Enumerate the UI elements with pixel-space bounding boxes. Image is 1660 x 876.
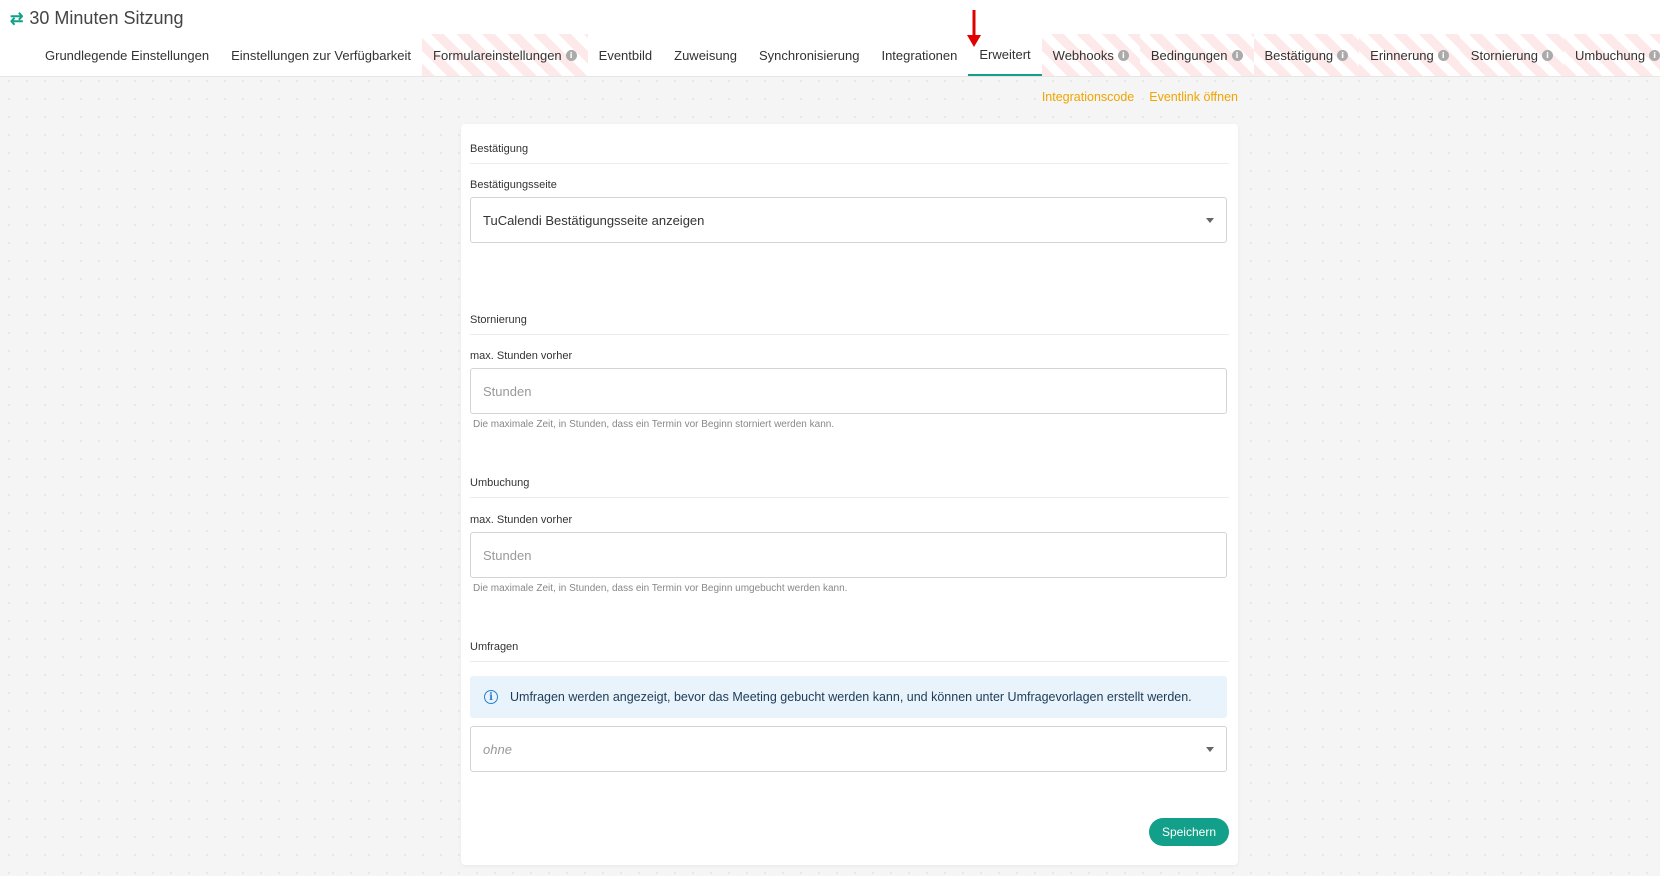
tab-label: Eventbild [598, 47, 653, 63]
tab-label: Umbuchung [1575, 47, 1646, 63]
section-title-confirmation: Bestätigung [470, 143, 1229, 164]
survey-select[interactable]: ohne [470, 726, 1227, 772]
info-icon: i [1437, 49, 1449, 61]
cancellation-hours-placeholder: Stunden [483, 383, 532, 399]
tab-label: Stornierung [1470, 47, 1538, 63]
chevron-down-icon [1206, 218, 1214, 223]
tab-umbuchung[interactable]: Umbuchung i [1564, 34, 1660, 76]
tab-label: Webhooks [1052, 47, 1114, 63]
info-icon: i [1542, 49, 1553, 61]
info-icon: i [1231, 49, 1243, 61]
open-event-link[interactable]: Eventlink öffnen [1149, 90, 1238, 104]
confirmation-page-value: TuCalendi Bestätigungsseite anzeigen [483, 212, 705, 228]
tab-label: Integrationen [881, 47, 958, 63]
tab-integrationen[interactable]: Integrationen [870, 34, 968, 76]
save-button[interactable]: Speichern [1148, 818, 1229, 846]
cancellation-hours-label: max. Stunden vorher [470, 350, 573, 362]
tab-label: Erinnerung [1370, 47, 1434, 63]
section-title-rebooking: Umbuchung [470, 477, 1229, 498]
tab-formulareinstellungen[interactable]: Formulareinstellungen i [422, 34, 588, 76]
page-title: ⇄ 30 Minuten Sitzung [10, 8, 184, 29]
tab-bedingungen[interactable]: Bedingungen i [1139, 34, 1254, 76]
tab-eventbild[interactable]: Eventbild [588, 34, 663, 76]
section-title-surveys: Umfragen [470, 641, 1229, 662]
page-title-text: 30 Minuten Sitzung [29, 8, 184, 28]
info-icon: i [484, 690, 498, 704]
header-links: Integrationscode Eventlink öffnen [1042, 90, 1238, 104]
surveys-info-text: Umfragen werden angezeigt, bevor das Mee… [510, 690, 1192, 704]
tab-bestätigung[interactable]: Bestätigung i [1253, 34, 1360, 76]
cancellation-hours-input[interactable]: Stunden [470, 368, 1227, 414]
swap-icon: ⇄ [10, 10, 24, 28]
tab-webhooks[interactable]: Webhooks i [1041, 34, 1140, 76]
info-icon: i [565, 49, 577, 61]
surveys-info-alert: i Umfragen werden angezeigt, bevor das M… [470, 676, 1227, 718]
tab-label: Erweitert [979, 46, 1031, 62]
section-title-cancellation: Stornierung [470, 314, 1229, 335]
tab-synchronisierung[interactable]: Synchronisierung [748, 34, 870, 76]
info-icon: i [1337, 49, 1349, 61]
settings-card: Bestätigung Bestätigungsseite TuCalendi … [461, 124, 1238, 865]
tab-label: Bedingungen [1150, 47, 1228, 63]
tab-label: Formulareinstellungen [433, 47, 562, 63]
info-icon: i [1649, 49, 1660, 61]
tab-label: Grundlegende Einstellungen [45, 47, 210, 63]
cancellation-hint: Die maximale Zeit, in Stunden, dass ein … [473, 419, 835, 430]
annotation-arrow-icon [967, 10, 981, 47]
info-icon: i [1117, 49, 1129, 61]
tab-erinnerung[interactable]: Erinnerung i [1359, 34, 1460, 76]
integration-code-link[interactable]: Integrationscode [1042, 90, 1134, 104]
tab-grundlegende-einstellungen[interactable]: Grundlegende Einstellungen [34, 34, 220, 76]
tab-label: Zuweisung [674, 47, 738, 63]
rebooking-hint: Die maximale Zeit, in Stunden, dass ein … [473, 583, 848, 594]
tab-label: Bestätigung [1264, 47, 1334, 63]
confirmation-page-label: Bestätigungsseite [470, 179, 557, 191]
tab-zuweisung[interactable]: Zuweisung [663, 34, 748, 76]
tab-stornierung[interactable]: Stornierung i [1459, 34, 1564, 76]
rebooking-hours-label: max. Stunden vorher [470, 514, 573, 526]
top-bar: ⇄ 30 Minuten Sitzung Grundlegende Einste… [0, 0, 1660, 77]
tab-label: Synchronisierung [759, 47, 860, 63]
rebooking-hours-placeholder: Stunden [483, 547, 532, 563]
tab-bar: Grundlegende Einstellungen Einstellungen … [34, 34, 1660, 76]
confirmation-page-select[interactable]: TuCalendi Bestätigungsseite anzeigen [470, 197, 1227, 243]
tab-label: Einstellungen zur Verfügbarkeit [231, 47, 412, 63]
survey-select-value: ohne [483, 741, 512, 757]
tab-einstellungen-zur-verfügbarkeit[interactable]: Einstellungen zur Verfügbarkeit [220, 34, 422, 76]
rebooking-hours-input[interactable]: Stunden [470, 532, 1227, 578]
chevron-down-icon [1206, 747, 1214, 752]
